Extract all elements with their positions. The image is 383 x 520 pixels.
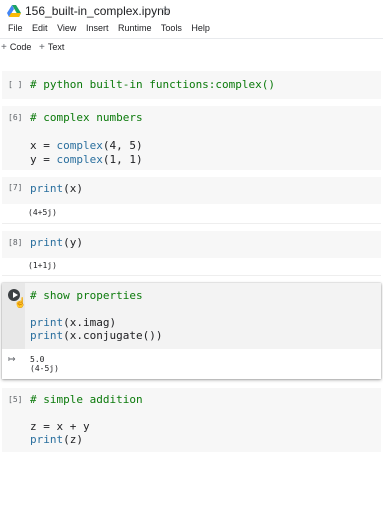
builtin-function: print bbox=[30, 316, 64, 329]
hand-cursor-icon: ☝ bbox=[14, 298, 27, 309]
code-line[interactable]: y = complex(1, 1) bbox=[30, 153, 143, 167]
cell-prompt: [5] bbox=[8, 395, 23, 404]
builtin-function: print bbox=[30, 236, 64, 249]
code-line[interactable]: print(x) bbox=[30, 182, 83, 196]
google-drive-icon bbox=[7, 5, 21, 17]
builtin-function: complex bbox=[56, 139, 103, 152]
builtin-function: print bbox=[30, 433, 64, 446]
add-code-button[interactable]: + Code bbox=[1, 42, 31, 53]
plus-icon: + bbox=[39, 42, 45, 53]
builtin-function: complex bbox=[56, 153, 103, 166]
cell-output-line: (4-5j) bbox=[30, 364, 59, 373]
plus-icon: + bbox=[1, 42, 7, 53]
cell-prompt: [7] bbox=[8, 183, 23, 192]
active-code-cell[interactable]: ☝ # show properties print(x.imag) print(… bbox=[2, 283, 381, 379]
code-line[interactable]: # show properties bbox=[30, 289, 143, 303]
code-line[interactable]: print(x.imag) bbox=[30, 316, 116, 330]
menu-help[interactable]: Help bbox=[191, 23, 210, 33]
cell-prompt: [6] bbox=[8, 113, 23, 122]
builtin-function: print bbox=[30, 182, 64, 195]
code-line[interactable]: print(y) bbox=[30, 236, 83, 250]
add-text-button[interactable]: + Text bbox=[39, 42, 64, 53]
menu-tools[interactable]: Tools bbox=[161, 23, 182, 33]
code-line[interactable]: # simple addition bbox=[30, 393, 143, 407]
code-cell[interactable]: [5] # simple addition z = x + y print(z) bbox=[2, 388, 381, 452]
code-cell[interactable]: [6] # complex numbers x = complex(4, 5) … bbox=[2, 106, 381, 170]
cell-output-line: 5.0 bbox=[30, 355, 45, 364]
code-cell[interactable]: [ ] # python built-in functions:complex(… bbox=[2, 71, 381, 99]
cell-prompt: [ ] bbox=[8, 80, 23, 89]
star-outline-icon[interactable]: ☆ bbox=[160, 3, 171, 17]
menu-edit[interactable]: Edit bbox=[32, 23, 48, 33]
code-line[interactable]: print(z) bbox=[30, 433, 83, 447]
menu-bar: File Edit View Insert Runtime Tools Help bbox=[8, 23, 217, 33]
builtin-function: print bbox=[30, 329, 64, 342]
code-cell[interactable]: [7] print(x) bbox=[2, 177, 381, 204]
menu-file[interactable]: File bbox=[8, 23, 23, 33]
notebook-toolbar: + Code + Text bbox=[0, 38, 383, 59]
add-text-label: Text bbox=[47, 42, 65, 52]
code-line[interactable]: # complex numbers bbox=[30, 111, 143, 125]
code-line[interactable]: print(x.conjugate()) bbox=[30, 329, 162, 343]
notebook-header: 156_built-in_complex.ipynb ☆ File Edit V… bbox=[0, 0, 383, 38]
menu-view[interactable]: View bbox=[57, 23, 76, 33]
cell-divider bbox=[2, 275, 381, 276]
code-line[interactable]: x = complex(4, 5) bbox=[30, 139, 143, 153]
menu-runtime[interactable]: Runtime bbox=[118, 23, 152, 33]
cell-output: (4+5j) bbox=[28, 208, 57, 217]
cell-output: (1+1j) bbox=[28, 261, 57, 270]
add-code-label: Code bbox=[9, 42, 32, 52]
cell-divider bbox=[2, 223, 381, 224]
code-cell[interactable]: [8] print(y) bbox=[2, 231, 381, 258]
cell-prompt: [8] bbox=[8, 238, 23, 247]
output-arrow-icon[interactable]: ↦ bbox=[8, 354, 16, 365]
notebook-title[interactable]: 156_built-in_complex.ipynb bbox=[25, 4, 170, 18]
code-line[interactable]: z = x + y bbox=[30, 420, 90, 434]
notebook-workspace: [ ] # python built-in functions:complex(… bbox=[0, 58, 383, 520]
code-line[interactable]: # python built-in functions:complex() bbox=[30, 78, 275, 92]
menu-insert[interactable]: Insert bbox=[86, 23, 109, 33]
